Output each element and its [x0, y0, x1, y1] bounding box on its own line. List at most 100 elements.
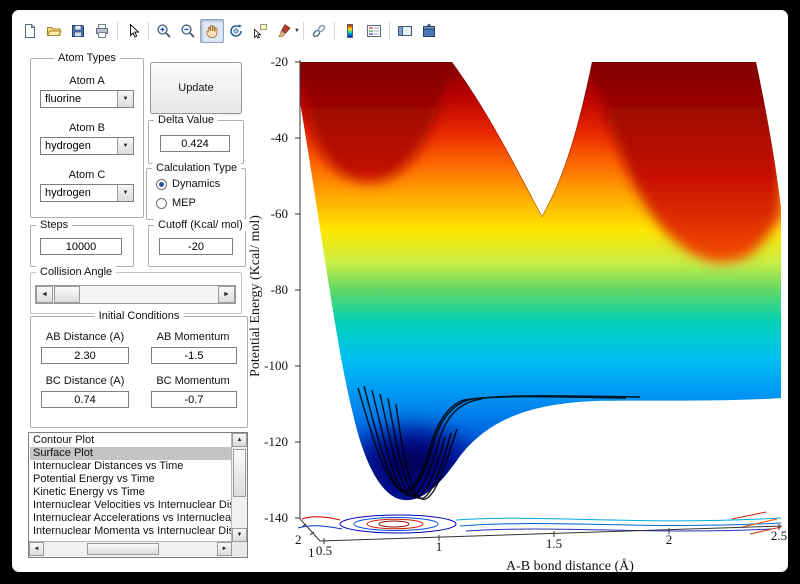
list-item[interactable]: Internuclear Velocities vs Internuclear …	[30, 499, 231, 512]
chevron-down-icon[interactable]: ▼	[117, 91, 133, 107]
toolbar-separator	[389, 22, 390, 40]
list-item[interactable]: Internuclear Accelerations vs Internucle…	[30, 512, 231, 525]
x-axis-label: A-B bond distance (Å)	[470, 559, 670, 572]
open-file-icon[interactable]	[42, 19, 66, 43]
list-item[interactable]: Potential Energy vs Time	[30, 473, 231, 486]
steps-title: Steps	[36, 219, 72, 231]
horizontal-scroll-thumb[interactable]	[87, 543, 159, 555]
radio-dynamics[interactable]: Dynamics	[156, 178, 220, 190]
y-tick: -40	[250, 130, 288, 146]
y-tick: -120	[250, 434, 288, 450]
bc-distance-label: BC Distance (A)	[31, 375, 139, 387]
list-item[interactable]: Internuclear Momenta vs Internuclear Dis…	[30, 525, 231, 538]
figure-window: ▼ Atom Types Atom A fluorine ▼ Atom B hy…	[12, 10, 788, 572]
y-tick: -20	[250, 54, 288, 70]
x-tick: 0.5	[309, 543, 339, 559]
y-tick: -100	[250, 358, 288, 374]
chevron-down-icon[interactable]: ▼	[117, 185, 133, 201]
delta-value-title: Delta Value	[154, 114, 218, 126]
horizontal-scrollbar[interactable]: ◄ ►	[29, 541, 232, 557]
list-item[interactable]: Kinetic Energy vs Time	[30, 486, 231, 499]
new-document-icon[interactable]	[18, 19, 42, 43]
bc-distance-field[interactable]: 0.74	[41, 391, 129, 408]
cutoff-title: Cutoff (Kcal/ mol)	[154, 219, 247, 231]
list-item-selected[interactable]: Surface Plot	[30, 447, 231, 460]
toolbar-separator	[117, 22, 118, 40]
vertical-scrollbar[interactable]: ▲ ▼	[231, 433, 247, 542]
delta-value-field[interactable]: 0.424	[160, 135, 230, 152]
vertical-scroll-thumb[interactable]	[233, 449, 246, 497]
pan-icon[interactable]	[200, 19, 224, 43]
ab-momentum-field[interactable]: -1.5	[151, 347, 237, 364]
atom-b-dropdown[interactable]: hydrogen ▼	[40, 137, 134, 155]
zoom-out-icon[interactable]	[176, 19, 200, 43]
collision-angle-slider[interactable]: ◄ ►	[35, 285, 236, 304]
ab-distance-field[interactable]: 2.30	[41, 347, 129, 364]
data-cursor-icon[interactable]	[248, 19, 272, 43]
radio-dynamics-label: Dynamics	[172, 178, 220, 190]
save-icon[interactable]	[66, 19, 90, 43]
atom-b-label: Atom B	[31, 122, 143, 134]
depth-tick: 2	[295, 532, 302, 548]
y-tick: -60	[250, 206, 288, 222]
list-item[interactable]: Contour Plot	[30, 434, 231, 447]
toolbar-separator	[303, 22, 304, 40]
hide-plot-tools-icon[interactable]	[393, 19, 417, 43]
cutoff-groupbox: Cutoff (Kcal/ mol) -20	[148, 225, 246, 267]
atom-c-value: hydrogen	[41, 187, 117, 199]
insert-legend-icon[interactable]	[362, 19, 386, 43]
y-tick: -80	[250, 282, 288, 298]
atom-a-dropdown[interactable]: fluorine ▼	[40, 90, 134, 108]
update-button[interactable]: Update	[150, 62, 242, 114]
figure-toolbar: ▼	[12, 16, 441, 46]
scroll-left-icon[interactable]: ◄	[29, 542, 44, 556]
atom-c-dropdown[interactable]: hydrogen ▼	[40, 184, 134, 202]
slider-thumb[interactable]	[54, 286, 80, 303]
x-tick: 2.5	[764, 528, 788, 544]
steps-field[interactable]: 10000	[40, 238, 122, 255]
link-plot-icon[interactable]	[307, 19, 331, 43]
y-tick: -140	[250, 510, 288, 526]
slider-left-arrow-icon[interactable]: ◄	[36, 286, 53, 303]
calculation-type-title: Calculation Type	[152, 162, 241, 174]
atom-a-label: Atom A	[31, 75, 143, 87]
ab-distance-label: AB Distance (A)	[31, 331, 139, 343]
x-tick: 1.5	[539, 536, 569, 552]
contour-projection	[298, 512, 781, 534]
calculation-type-groupbox: Calculation Type Dynamics MEP	[146, 168, 246, 220]
scroll-up-icon[interactable]: ▲	[232, 433, 247, 447]
bc-momentum-field[interactable]: -0.7	[151, 391, 237, 408]
dock-figure-icon[interactable]	[417, 19, 441, 43]
zoom-in-icon[interactable]	[152, 19, 176, 43]
slider-right-arrow-icon[interactable]: ►	[218, 286, 235, 303]
potential-energy-surface	[300, 62, 781, 511]
chevron-down-icon[interactable]: ▼	[117, 138, 133, 154]
atom-c-label: Atom C	[31, 169, 143, 181]
radio-unselected-icon	[156, 198, 167, 209]
brush-icon[interactable]	[272, 19, 296, 43]
steps-groupbox: Steps 10000	[30, 225, 134, 267]
ab-momentum-label: AB Momentum	[139, 331, 247, 343]
screenshot-root: { "toolbar": { "icons": ["new-document",…	[0, 0, 800, 584]
surface-plot-canvas[interactable]	[294, 58, 784, 545]
bc-momentum-label: BC Momentum	[139, 375, 247, 387]
atom-b-value: hydrogen	[41, 140, 117, 152]
pointer-icon[interactable]	[121, 19, 145, 43]
list-item[interactable]: Internuclear Distances vs Time	[30, 460, 231, 473]
radio-mep[interactable]: MEP	[156, 197, 196, 209]
plot-type-rows: Contour Plot Surface Plot Internuclear D…	[30, 434, 231, 541]
cutoff-field[interactable]: -20	[159, 238, 233, 255]
toolbar-separator	[334, 22, 335, 40]
print-icon[interactable]	[90, 19, 114, 43]
collision-angle-label: Collision Angle	[36, 266, 116, 278]
atom-a-value: fluorine	[41, 93, 117, 105]
scroll-right-icon[interactable]: ►	[217, 542, 232, 556]
insert-colorbar-icon[interactable]	[338, 19, 362, 43]
scroll-down-icon[interactable]: ▼	[232, 528, 247, 542]
rotate-3d-icon[interactable]	[224, 19, 248, 43]
x-tick: 1	[424, 539, 454, 555]
initial-conditions-groupbox: Initial Conditions AB Distance (A) AB Mo…	[30, 316, 248, 428]
x-tick: 2	[654, 532, 684, 548]
atom-types-groupbox: Atom Types Atom A fluorine ▼ Atom B hydr…	[30, 58, 144, 218]
radio-mep-label: MEP	[172, 197, 196, 209]
